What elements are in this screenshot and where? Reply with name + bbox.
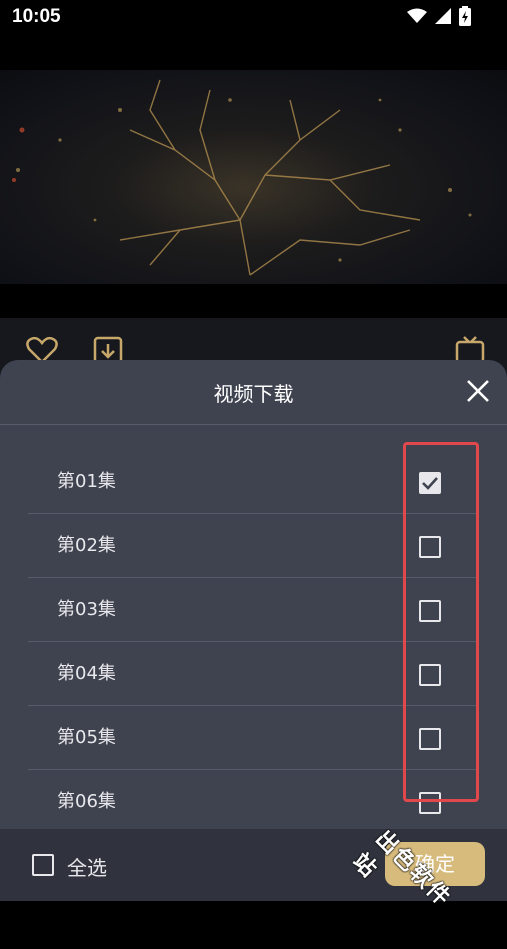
- episode-label: 第03集: [57, 599, 116, 620]
- video-frame: [0, 70, 507, 284]
- download-sheet: 视频下载 第01集 第02集 第03集 第04集 第05集 第06集: [0, 360, 507, 901]
- episode-list[interactable]: 第01集 第02集 第03集 第04集 第05集 第06集: [0, 426, 507, 828]
- battery-charging-icon: [459, 6, 471, 26]
- episode-row[interactable]: 第02集: [28, 514, 479, 578]
- episode-checkbox[interactable]: [419, 792, 441, 814]
- status-icons: [407, 6, 471, 26]
- close-button[interactable]: [465, 378, 491, 404]
- episode-checkbox[interactable]: [419, 664, 441, 686]
- video-player[interactable]: [0, 34, 507, 318]
- bottom-bar: 全选 确定: [0, 829, 507, 901]
- sheet-title: 视频下载: [213, 382, 294, 406]
- episode-row[interactable]: 第06集: [28, 770, 479, 828]
- episode-checkbox[interactable]: [419, 600, 441, 622]
- select-all-checkbox[interactable]: [32, 854, 54, 876]
- episode-label: 第06集: [57, 791, 116, 812]
- sheet-header: 视频下载: [0, 360, 507, 425]
- checkmark-icon: [422, 477, 438, 490]
- wifi-icon: [407, 8, 427, 24]
- episode-checkbox-checked[interactable]: [419, 472, 441, 494]
- episode-row[interactable]: 第03集: [28, 578, 479, 642]
- status-time: 10:05: [12, 6, 61, 27]
- signal-icon: [435, 8, 451, 24]
- confirm-button[interactable]: 确定: [385, 842, 485, 886]
- episode-label: 第05集: [57, 727, 116, 748]
- episode-row[interactable]: 第01集: [28, 426, 479, 514]
- episode-label: 第01集: [57, 471, 116, 492]
- episode-row[interactable]: 第05集: [28, 706, 479, 770]
- episode-row[interactable]: 第04集: [28, 642, 479, 706]
- status-bar: 10:05: [0, 0, 507, 34]
- episode-checkbox[interactable]: [419, 728, 441, 750]
- episode-label: 第04集: [57, 663, 116, 684]
- episode-checkbox[interactable]: [419, 536, 441, 558]
- close-icon: [467, 380, 489, 402]
- select-all-label[interactable]: 全选: [67, 852, 107, 881]
- episode-label: 第02集: [57, 535, 116, 556]
